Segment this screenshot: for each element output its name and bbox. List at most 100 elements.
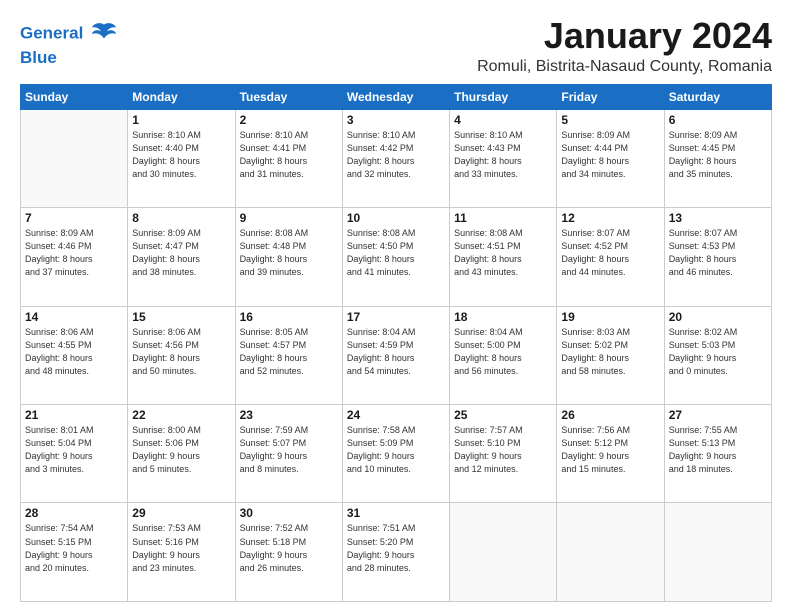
day-number: 25	[454, 408, 552, 422]
day-info: Sunrise: 8:01 AM Sunset: 5:04 PM Dayligh…	[25, 424, 123, 476]
day-number: 29	[132, 506, 230, 520]
logo-text: General	[20, 20, 118, 48]
day-cell: 10 Sunrise: 8:08 AM Sunset: 4:50 PM Dayli…	[342, 208, 449, 306]
day-number: 13	[669, 211, 767, 225]
day-number: 26	[561, 408, 659, 422]
day-number: 12	[561, 211, 659, 225]
header-wednesday: Wednesday	[342, 84, 449, 109]
day-info: Sunrise: 7:53 AM Sunset: 5:16 PM Dayligh…	[132, 522, 230, 574]
day-info: Sunrise: 8:06 AM Sunset: 4:56 PM Dayligh…	[132, 326, 230, 378]
day-info: Sunrise: 8:04 AM Sunset: 4:59 PM Dayligh…	[347, 326, 445, 378]
day-info: Sunrise: 8:08 AM Sunset: 4:48 PM Dayligh…	[240, 227, 338, 279]
day-number: 16	[240, 310, 338, 324]
day-cell: 12Sunrise: 8:07 AM Sunset: 4:52 PM Dayli…	[557, 208, 664, 306]
day-cell: 24 Sunrise: 7:58 AM Sunset: 5:09 PM Dayli…	[342, 405, 449, 503]
day-number: 1	[132, 113, 230, 127]
logo: General Blue	[20, 20, 118, 68]
day-info: Sunrise: 8:02 AM Sunset: 5:03 PM Dayligh…	[669, 326, 767, 378]
day-cell	[557, 503, 664, 602]
title-block: January 2024 Romuli, Bistrita-Nasaud Cou…	[477, 16, 772, 76]
day-number: 21	[25, 408, 123, 422]
day-cell: 31Sunrise: 7:51 AM Sunset: 5:20 PM Dayli…	[342, 503, 449, 602]
day-cell: 25 Sunrise: 7:57 AM Sunset: 5:10 PM Dayli…	[450, 405, 557, 503]
header-monday: Monday	[128, 84, 235, 109]
day-cell: 5Sunrise: 8:09 AM Sunset: 4:44 PM Daylig…	[557, 109, 664, 207]
day-cell: 23 Sunrise: 7:59 AM Sunset: 5:07 PM Dayli…	[235, 405, 342, 503]
day-info: Sunrise: 8:08 AM Sunset: 4:51 PM Dayligh…	[454, 227, 552, 279]
day-number: 24	[347, 408, 445, 422]
week-row-4: 21 Sunrise: 8:01 AM Sunset: 5:04 PM Dayli…	[21, 405, 772, 503]
day-number: 15	[132, 310, 230, 324]
header-saturday: Saturday	[664, 84, 771, 109]
day-info: Sunrise: 8:03 AM Sunset: 5:02 PM Dayligh…	[561, 326, 659, 378]
week-row-3: 14 Sunrise: 8:06 AM Sunset: 4:55 PM Dayli…	[21, 306, 772, 404]
day-number: 20	[669, 310, 767, 324]
header-tuesday: Tuesday	[235, 84, 342, 109]
day-info: Sunrise: 8:09 AM Sunset: 4:47 PM Dayligh…	[132, 227, 230, 279]
day-cell: 13 Sunrise: 8:07 AM Sunset: 4:53 PM Dayli…	[664, 208, 771, 306]
day-cell: 28 Sunrise: 7:54 AM Sunset: 5:15 PM Dayli…	[21, 503, 128, 602]
day-cell	[664, 503, 771, 602]
week-row-5: 28 Sunrise: 7:54 AM Sunset: 5:15 PM Dayli…	[21, 503, 772, 602]
week-row-2: 7 Sunrise: 8:09 AM Sunset: 4:46 PM Daylig…	[21, 208, 772, 306]
day-cell: 16 Sunrise: 8:05 AM Sunset: 4:57 PM Dayli…	[235, 306, 342, 404]
day-cell: 2Sunrise: 8:10 AM Sunset: 4:41 PM Daylig…	[235, 109, 342, 207]
day-info: Sunrise: 7:52 AM Sunset: 5:18 PM Dayligh…	[240, 522, 338, 574]
day-cell: 15 Sunrise: 8:06 AM Sunset: 4:56 PM Dayli…	[128, 306, 235, 404]
day-cell: 22Sunrise: 8:00 AM Sunset: 5:06 PM Dayli…	[128, 405, 235, 503]
day-info: Sunrise: 8:09 AM Sunset: 4:45 PM Dayligh…	[669, 129, 767, 181]
page: General Blue January 2024 Romuli, Bistri…	[0, 0, 792, 612]
day-number: 19	[561, 310, 659, 324]
day-number: 11	[454, 211, 552, 225]
day-number: 28	[25, 506, 123, 520]
day-number: 9	[240, 211, 338, 225]
day-info: Sunrise: 7:59 AM Sunset: 5:07 PM Dayligh…	[240, 424, 338, 476]
day-info: Sunrise: 8:08 AM Sunset: 4:50 PM Dayligh…	[347, 227, 445, 279]
day-info: Sunrise: 8:10 AM Sunset: 4:41 PM Dayligh…	[240, 129, 338, 181]
day-number: 8	[132, 211, 230, 225]
day-cell: 4Sunrise: 8:10 AM Sunset: 4:43 PM Daylig…	[450, 109, 557, 207]
day-header-row: Sunday Monday Tuesday Wednesday Thursday…	[21, 84, 772, 109]
day-info: Sunrise: 8:05 AM Sunset: 4:57 PM Dayligh…	[240, 326, 338, 378]
calendar: Sunday Monday Tuesday Wednesday Thursday…	[20, 84, 772, 602]
location: Romuli, Bistrita-Nasaud County, Romania	[477, 58, 772, 76]
day-cell: 9 Sunrise: 8:08 AM Sunset: 4:48 PM Daylig…	[235, 208, 342, 306]
day-cell: 8 Sunrise: 8:09 AM Sunset: 4:47 PM Daylig…	[128, 208, 235, 306]
day-cell: 1Sunrise: 8:10 AM Sunset: 4:40 PM Daylig…	[128, 109, 235, 207]
day-info: Sunrise: 8:06 AM Sunset: 4:55 PM Dayligh…	[25, 326, 123, 378]
month-year: January 2024	[477, 16, 772, 56]
day-cell: 6 Sunrise: 8:09 AM Sunset: 4:45 PM Daylig…	[664, 109, 771, 207]
day-info: Sunrise: 8:04 AM Sunset: 5:00 PM Dayligh…	[454, 326, 552, 378]
day-number: 7	[25, 211, 123, 225]
day-info: Sunrise: 7:56 AM Sunset: 5:12 PM Dayligh…	[561, 424, 659, 476]
day-number: 6	[669, 113, 767, 127]
day-number: 3	[347, 113, 445, 127]
logo-blue: Blue	[20, 48, 118, 68]
day-info: Sunrise: 8:00 AM Sunset: 5:06 PM Dayligh…	[132, 424, 230, 476]
day-cell: 27Sunrise: 7:55 AM Sunset: 5:13 PM Dayli…	[664, 405, 771, 503]
day-info: Sunrise: 8:09 AM Sunset: 4:46 PM Dayligh…	[25, 227, 123, 279]
day-number: 31	[347, 506, 445, 520]
day-cell: 26 Sunrise: 7:56 AM Sunset: 5:12 PM Dayli…	[557, 405, 664, 503]
day-info: Sunrise: 8:10 AM Sunset: 4:43 PM Dayligh…	[454, 129, 552, 181]
header-sunday: Sunday	[21, 84, 128, 109]
day-cell: 3Sunrise: 8:10 AM Sunset: 4:42 PM Daylig…	[342, 109, 449, 207]
day-cell: 7 Sunrise: 8:09 AM Sunset: 4:46 PM Daylig…	[21, 208, 128, 306]
day-number: 23	[240, 408, 338, 422]
day-info: Sunrise: 8:07 AM Sunset: 4:53 PM Dayligh…	[669, 227, 767, 279]
day-cell	[21, 109, 128, 207]
day-number: 10	[347, 211, 445, 225]
header: General Blue January 2024 Romuli, Bistri…	[20, 16, 772, 76]
day-cell: 20 Sunrise: 8:02 AM Sunset: 5:03 PM Dayli…	[664, 306, 771, 404]
day-info: Sunrise: 7:58 AM Sunset: 5:09 PM Dayligh…	[347, 424, 445, 476]
day-info: Sunrise: 7:55 AM Sunset: 5:13 PM Dayligh…	[669, 424, 767, 476]
day-info: Sunrise: 7:54 AM Sunset: 5:15 PM Dayligh…	[25, 522, 123, 574]
day-info: Sunrise: 8:09 AM Sunset: 4:44 PM Dayligh…	[561, 129, 659, 181]
header-friday: Friday	[557, 84, 664, 109]
day-cell: 19 Sunrise: 8:03 AM Sunset: 5:02 PM Dayli…	[557, 306, 664, 404]
day-number: 14	[25, 310, 123, 324]
day-cell: 30Sunrise: 7:52 AM Sunset: 5:18 PM Dayli…	[235, 503, 342, 602]
day-cell: 17Sunrise: 8:04 AM Sunset: 4:59 PM Dayli…	[342, 306, 449, 404]
day-cell	[450, 503, 557, 602]
day-info: Sunrise: 7:57 AM Sunset: 5:10 PM Dayligh…	[454, 424, 552, 476]
